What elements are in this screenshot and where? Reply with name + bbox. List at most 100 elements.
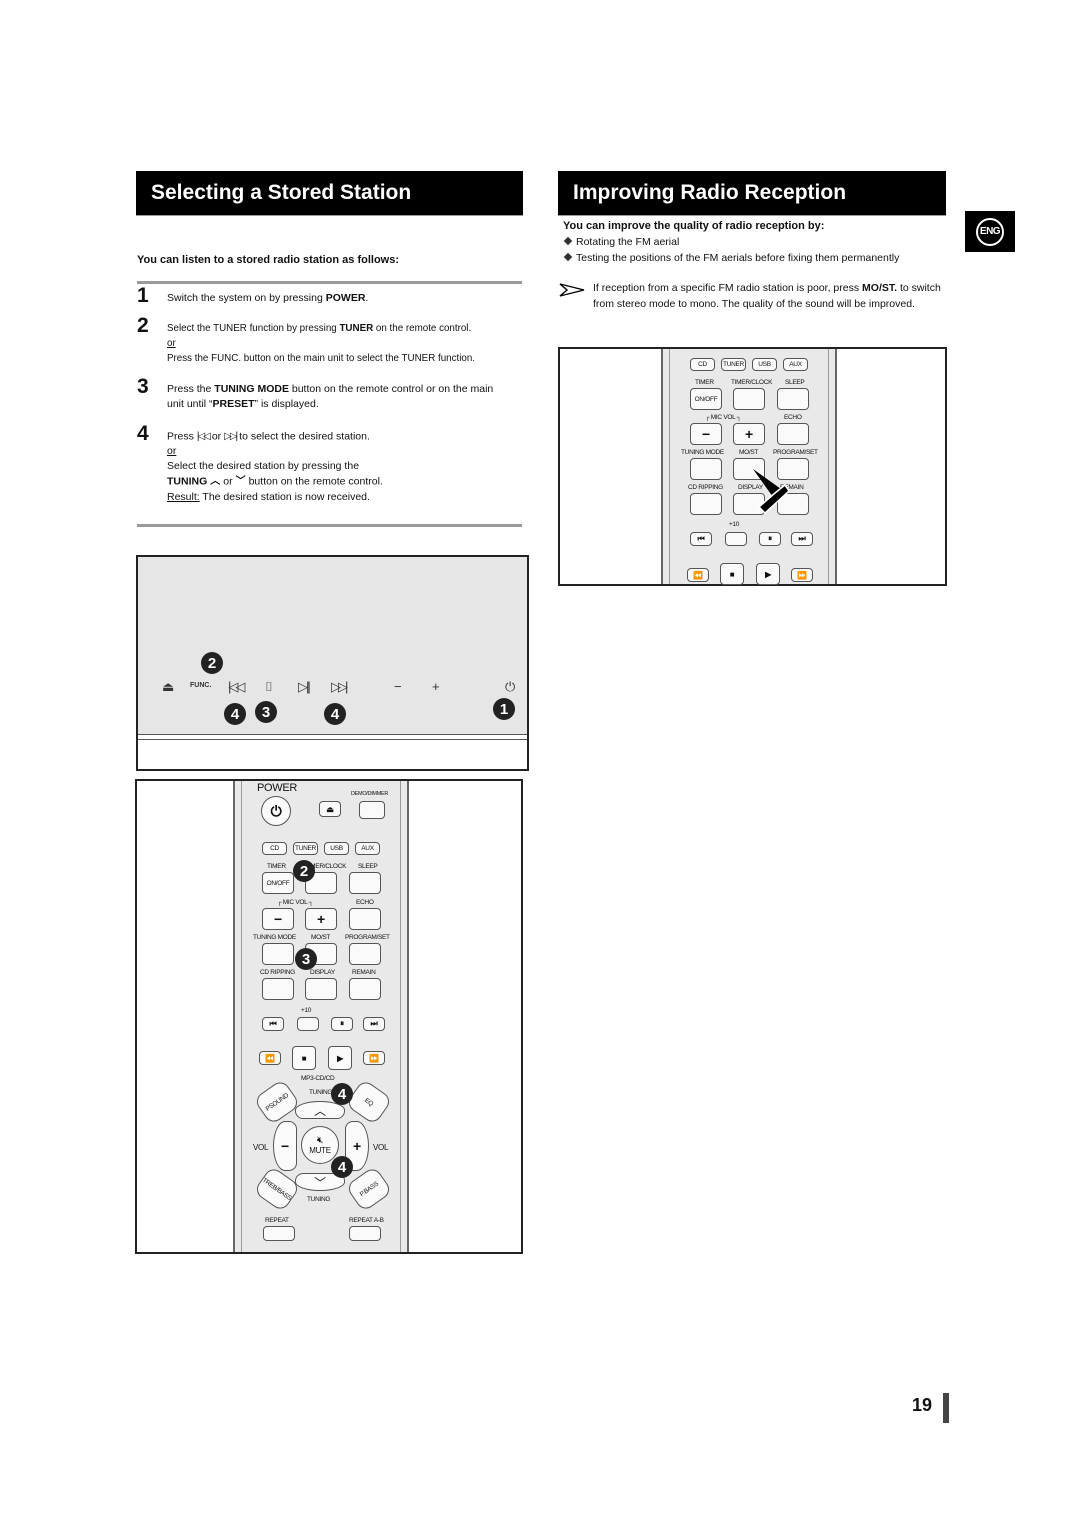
step-text-part: Switch the system on by pressing bbox=[167, 292, 326, 304]
plus10-button[interactable] bbox=[297, 1017, 319, 1031]
p-bass-button[interactable]: P.BASS bbox=[345, 1165, 393, 1213]
fast-forward-button[interactable]: ⏩ bbox=[363, 1051, 385, 1065]
cd-button[interactable]: CD bbox=[262, 842, 287, 855]
echo-button[interactable] bbox=[349, 908, 381, 930]
step-text: Switch the system on by pressing POWER. bbox=[167, 291, 517, 306]
step-text-part: Select the desired station by pressing t… bbox=[167, 460, 360, 473]
panel-edge-lines bbox=[138, 734, 527, 740]
eject-button[interactable]: ⏏ bbox=[319, 801, 341, 817]
tuning-mode-button[interactable] bbox=[690, 458, 722, 480]
repeat-label: REPEAT bbox=[265, 1217, 289, 1224]
tuner-button[interactable]: TUNER bbox=[293, 842, 318, 855]
page-number: 19 bbox=[912, 1395, 933, 1415]
or-label: or bbox=[167, 338, 176, 349]
remain-button[interactable] bbox=[349, 978, 381, 1000]
volume-down-label: − bbox=[394, 679, 402, 694]
eq-button[interactable]: EQ bbox=[345, 1078, 393, 1126]
timer-onoff-button[interactable]: ON/OFF bbox=[690, 388, 722, 410]
step-text-part: button on the remote control. bbox=[248, 475, 383, 488]
psound-button[interactable]: PSOUND bbox=[253, 1078, 301, 1126]
plus10-label: +10 bbox=[301, 1007, 312, 1014]
remote-body: CD TUNER USB AUX TIMER TIMER/CLOCK SLEEP… bbox=[661, 349, 837, 585]
sleep-button[interactable] bbox=[777, 388, 809, 410]
step-text-part: ” is displayed. bbox=[254, 398, 319, 410]
demo-dimmer-button[interactable] bbox=[359, 801, 385, 819]
step-text-part: or bbox=[211, 430, 222, 443]
rewind-button[interactable]: ⏪ bbox=[259, 1051, 281, 1065]
tuning-down-label: TUNING bbox=[307, 1196, 331, 1203]
tips-list: Rotating the FM aerial Testing the posit… bbox=[563, 234, 900, 266]
echo-button[interactable] bbox=[777, 423, 809, 445]
tuner-button[interactable]: TUNER bbox=[721, 358, 746, 371]
aux-button[interactable]: AUX bbox=[355, 842, 380, 855]
tuning-mode-button[interactable] bbox=[262, 943, 294, 965]
callout-4: 4 bbox=[331, 1156, 353, 1178]
stop-button[interactable]: ■ bbox=[292, 1046, 316, 1070]
step-text: Press the TUNING MODE button on the remo… bbox=[167, 382, 507, 412]
step-text-bold: TUNING MODE bbox=[214, 383, 289, 395]
skip-forward-button[interactable]: ⏭ bbox=[363, 1017, 385, 1031]
result-label: Result: bbox=[167, 490, 200, 503]
step-text-part: Press bbox=[167, 430, 194, 443]
pause-button[interactable]: ⏸ bbox=[331, 1017, 353, 1031]
aux-button[interactable]: AUX bbox=[783, 358, 808, 371]
skip-back-button[interactable]: ⏮ bbox=[690, 532, 712, 546]
timer-onoff-button[interactable]: ON/OFF bbox=[262, 872, 294, 894]
play-pause-icon: ▷|| bbox=[298, 679, 311, 694]
mic-vol-label: ┌ MIC VOL ┐ bbox=[277, 899, 314, 906]
mic-vol-down-button[interactable]: − bbox=[262, 908, 294, 930]
mic-vol-up-button[interactable]: + bbox=[733, 423, 765, 445]
step-number: 3 bbox=[137, 375, 149, 398]
left-intro-text: You can listen to a stored radio station… bbox=[137, 254, 400, 266]
cd-button[interactable]: CD bbox=[690, 358, 715, 371]
treb-bass-button[interactable]: TREB/BASS bbox=[253, 1165, 301, 1213]
vol-up-label: VOL bbox=[373, 1143, 389, 1152]
mo-st-label: MO/ST bbox=[739, 449, 759, 456]
repeat-ab-button[interactable] bbox=[349, 1226, 381, 1241]
right-intro-text: You can improve the quality of radio rec… bbox=[563, 220, 825, 232]
timer-clock-button[interactable] bbox=[733, 388, 765, 410]
sleep-button[interactable] bbox=[349, 872, 381, 894]
display-button[interactable] bbox=[305, 978, 337, 1000]
echo-label: ECHO bbox=[356, 899, 374, 906]
step-text-part: Press the bbox=[167, 383, 215, 395]
callout-1: 1 bbox=[493, 698, 515, 720]
cd-ripping-button[interactable] bbox=[690, 493, 722, 515]
cd-ripping-button[interactable] bbox=[262, 978, 294, 1000]
usb-button[interactable]: USB bbox=[752, 358, 777, 371]
bullet-diamond-icon bbox=[563, 236, 573, 246]
plus10-button[interactable] bbox=[725, 532, 747, 546]
vol-down-label: VOL bbox=[253, 1143, 269, 1152]
divider-top bbox=[137, 281, 522, 284]
step-text-part: or bbox=[223, 475, 233, 488]
mic-vol-down-button[interactable]: − bbox=[690, 423, 722, 445]
tip-text: Testing the positions of the FM aerials … bbox=[576, 252, 900, 264]
mic-vol-up-button[interactable]: + bbox=[305, 908, 337, 930]
stop-button[interactable]: ■ bbox=[720, 563, 744, 585]
front-panel-face: ⏏ FUNC. |◁◁ ⌷ ▷|| ▷▷| − + ⏻ 2 4 3 4 1 bbox=[138, 557, 527, 734]
vol-down-button[interactable]: − bbox=[273, 1121, 297, 1171]
skip-forward-button[interactable]: ⏭ bbox=[791, 532, 813, 546]
play-button[interactable]: ▶ bbox=[328, 1046, 352, 1070]
step-text: Select the TUNER function by pressing TU… bbox=[167, 321, 517, 366]
play-button[interactable]: ▶ bbox=[756, 563, 780, 585]
skip-back-button[interactable]: ⏮ bbox=[262, 1017, 284, 1031]
callout-2: 2 bbox=[293, 860, 315, 882]
step-text-bold: POWER bbox=[325, 292, 366, 304]
pause-button[interactable]: ⏸ bbox=[759, 532, 781, 546]
repeat-button[interactable] bbox=[263, 1226, 295, 1241]
demo-dimmer-label: DEMO/DIMMER bbox=[351, 791, 389, 797]
power-button[interactable]: ⏻ bbox=[261, 796, 291, 826]
or-label: or bbox=[167, 445, 177, 458]
usb-button[interactable]: USB bbox=[324, 842, 349, 855]
page-number-bar bbox=[943, 1393, 949, 1423]
pointer-arrow-icon bbox=[753, 469, 790, 515]
tuning-up-label: TUNING bbox=[309, 1089, 333, 1096]
skip-back-icon: |◁◁ bbox=[228, 679, 245, 694]
remote-illustration-left: POWER ⏻ ⏏ DEMO/DIMMER CD TUNER USB AUX T… bbox=[135, 779, 523, 1254]
tuning-mode-label: TUNING MODE bbox=[253, 934, 296, 941]
rewind-button[interactable]: ⏪ bbox=[687, 568, 709, 582]
fast-forward-button[interactable]: ⏩ bbox=[791, 568, 813, 582]
chevron-up-icon: ︿ bbox=[314, 1103, 326, 1118]
program-set-button[interactable] bbox=[349, 943, 381, 965]
